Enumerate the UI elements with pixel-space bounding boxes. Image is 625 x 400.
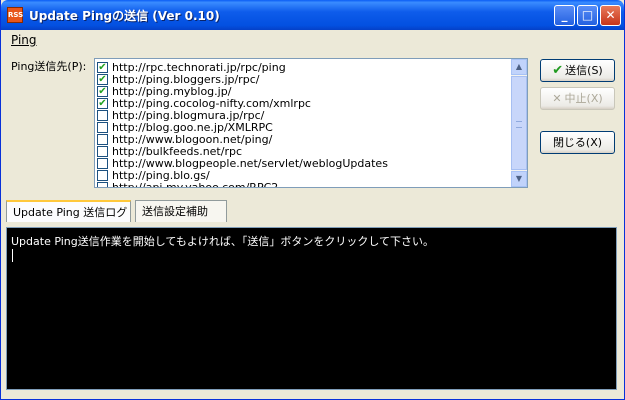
tab-send-log[interactable]: Update Ping 送信ログ xyxy=(6,200,131,222)
send-button-label: 送信(S) xyxy=(565,64,603,77)
stop-button[interactable]: ✕ 中止(X) xyxy=(540,87,615,110)
checkbox-checked[interactable]: ✔ xyxy=(97,86,108,97)
window-title: Update Pingの送信 (Ver 0.10) xyxy=(29,9,220,23)
checkbox-unchecked[interactable] xyxy=(97,146,108,157)
grip-icon xyxy=(516,121,522,128)
close-button[interactable]: 閉じる(X) xyxy=(540,131,615,154)
log-message: Update Ping送信作業を開始してもよければ、「送信」ボタンをクリックして… xyxy=(11,235,435,248)
menu-bar: Ping xyxy=(1,30,624,50)
main-window: RSS Update Pingの送信 (Ver 0.10) _ □ ✕ Ping… xyxy=(0,0,625,400)
checkbox-unchecked[interactable] xyxy=(97,182,108,187)
checkbox-checked[interactable]: ✔ xyxy=(97,98,108,109)
scroll-thumb[interactable] xyxy=(511,76,527,170)
ping-list-label: Ping送信先(P): xyxy=(11,60,87,73)
stop-x-icon: ✕ xyxy=(552,92,562,105)
checkbox-checked[interactable]: ✔ xyxy=(97,62,108,73)
list-scrollbar[interactable]: ▲ ▼ xyxy=(511,59,527,187)
rss-app-icon: RSS xyxy=(7,7,23,23)
log-output[interactable]: Update Ping送信作業を開始してもよければ、「送信」ボタンをクリックして… xyxy=(6,227,617,390)
checkbox-unchecked[interactable] xyxy=(97,122,108,133)
checkbox-unchecked[interactable] xyxy=(97,158,108,169)
tab-send-settings[interactable]: 送信設定補助 xyxy=(135,200,227,222)
stop-button-label: 中止(X) xyxy=(564,92,603,105)
text-cursor xyxy=(12,249,13,262)
minimize-button[interactable]: _ xyxy=(554,5,575,26)
scroll-down-icon[interactable]: ▼ xyxy=(511,171,527,187)
checkbox-unchecked[interactable] xyxy=(97,134,108,145)
send-button[interactable]: ✔ 送信(S) xyxy=(540,59,615,82)
checkbox-unchecked[interactable] xyxy=(97,110,108,121)
scroll-up-icon[interactable]: ▲ xyxy=(511,59,527,75)
checkbox-unchecked[interactable] xyxy=(97,170,108,181)
maximize-button[interactable]: □ xyxy=(577,5,598,26)
title-bar[interactable]: RSS Update Pingの送信 (Ver 0.10) _ □ ✕ xyxy=(1,0,624,30)
checkbox-checked[interactable]: ✔ xyxy=(97,74,108,85)
close-window-button[interactable]: ✕ xyxy=(600,5,621,26)
ping-destination-list[interactable]: ✔ http://rpc.technorati.jp/rpc/ping ✔ http:… xyxy=(94,58,528,188)
checkmark-icon: ✔ xyxy=(552,63,564,78)
menu-ping[interactable]: Ping xyxy=(11,33,37,47)
ping-url: http://api.my.yahoo.com/RPC2 xyxy=(112,181,279,188)
